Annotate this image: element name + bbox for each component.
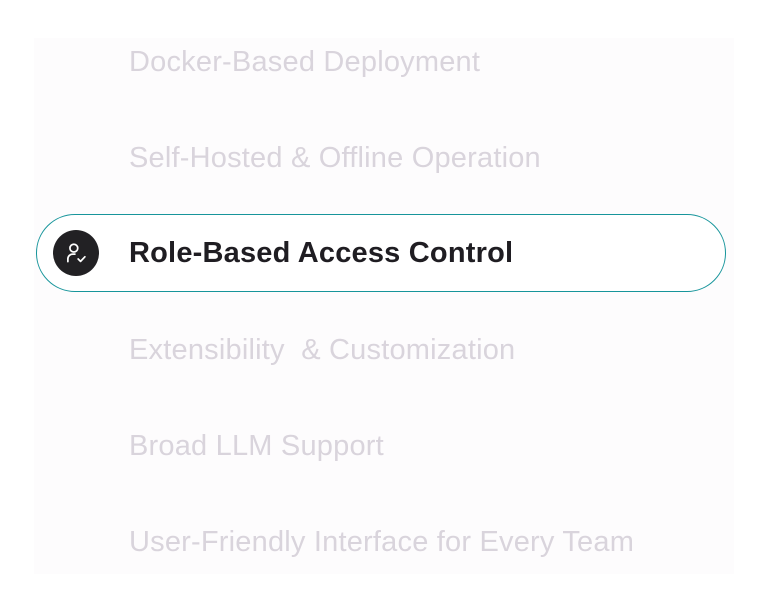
feature-list: Docker-Based Deployment Self-Hosted & Of… [34, 38, 734, 574]
feature-label: Broad LLM Support [129, 429, 384, 462]
feature-item-docker-deployment[interactable]: Docker-Based Deployment [34, 24, 724, 100]
feature-item-role-based-access[interactable]: Role-Based Access Control [36, 214, 726, 292]
feature-label: Role-Based Access Control [129, 236, 514, 269]
user-check-icon [53, 230, 99, 276]
feature-item-llm-support[interactable]: Broad LLM Support [34, 408, 724, 484]
feature-label: User-Friendly Interface for Every Team [129, 525, 635, 558]
feature-label: Docker-Based Deployment [129, 45, 481, 78]
feature-label: Self-Hosted & Offline Operation [129, 141, 541, 174]
feature-item-extensibility[interactable]: Extensibility & Customization [34, 312, 724, 388]
feature-label: Extensibility & Customization [129, 333, 516, 366]
feature-item-self-hosted[interactable]: Self-Hosted & Offline Operation [34, 120, 724, 196]
feature-item-user-friendly-interface[interactable]: User-Friendly Interface for Every Team [34, 504, 724, 580]
